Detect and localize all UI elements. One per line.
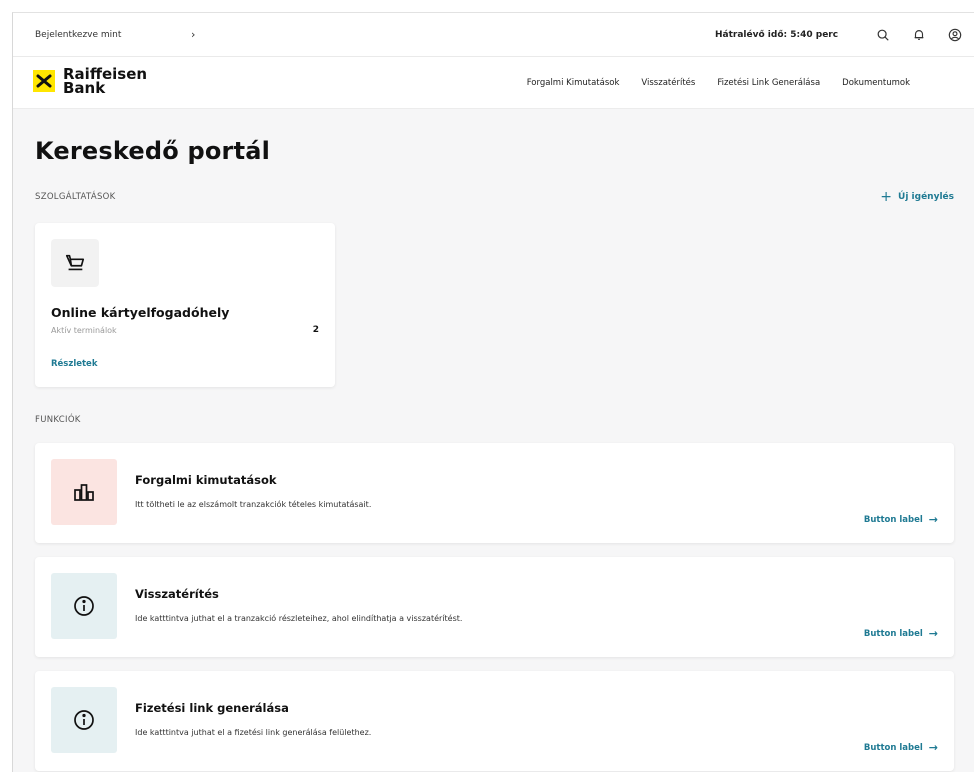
function-title: Fizetési link generálása: [135, 701, 289, 715]
function-button-label: Button label: [863, 742, 923, 753]
arrow-right-icon: →: [928, 741, 938, 754]
brand-name-line2: Bank: [63, 79, 106, 97]
page-title: Kereskedő portál: [35, 137, 271, 165]
account-chevron-icon[interactable]: ›: [191, 28, 195, 41]
service-card-online: Online kártyelfogadóhely Aktív terminálo…: [35, 223, 335, 387]
function-card-forgalmi: Forgalmi kimutatások Itt töltheti le az …: [35, 443, 954, 543]
service-title: Online kártyelfogadóhely: [51, 305, 230, 320]
main-navbar: Raiffeisen Bank Forgalmi Kimutatások Vis…: [13, 57, 974, 109]
brand-name: Raiffeisen Bank: [63, 67, 147, 97]
main-content: Kereskedő portál SZOLGÁLTATÁSOK + Új igé…: [13, 137, 974, 771]
info-icon: [51, 687, 117, 753]
info-icon: [51, 573, 117, 639]
function-button-label: Button label: [863, 628, 923, 639]
nav-item-forgalmi-kimutatasok[interactable]: Forgalmi Kimutatások: [527, 78, 620, 88]
services-header: SZOLGÁLTATÁSOK + Új igénylés: [35, 189, 954, 205]
nav-item-fizetesi-link[interactable]: Fizetési Link Generálása: [717, 78, 820, 88]
nav-links: Forgalmi Kimutatások Visszatérítés Fizet…: [527, 78, 910, 88]
arrow-right-icon: →: [928, 513, 938, 526]
functions-section-label: FUNKCIÓK: [35, 415, 81, 425]
top-utility-bar: Bejelentkezve mint › Hátralévő idő: 5:40…: [13, 13, 974, 57]
service-subtitle: Aktív terminálok: [51, 326, 117, 335]
function-button[interactable]: Button label →: [864, 513, 938, 526]
new-request-button[interactable]: + Új igénylés: [880, 189, 954, 205]
nav-item-visszaterites[interactable]: Visszatérítés: [641, 78, 695, 88]
functions-list: Forgalmi kimutatások Itt töltheti le az …: [35, 443, 954, 771]
services-section-label: SZOLGÁLTATÁSOK: [35, 192, 116, 202]
service-details-link[interactable]: Részletek: [51, 359, 97, 369]
cart-icon: [51, 239, 99, 287]
plus-icon: +: [880, 189, 893, 205]
app-frame: Bejelentkezve mint › Hátralévő idő: 5:40…: [12, 12, 974, 772]
active-terminals-count: 2: [312, 325, 319, 335]
user-icon[interactable]: [945, 25, 965, 45]
function-card-visszaterites: Visszatérítés Ide katttintva juthat el a…: [35, 557, 954, 657]
function-title: Forgalmi kimutatások: [135, 473, 277, 487]
bell-icon[interactable]: [909, 25, 929, 45]
session-timer: Hátralévő idő: 5:40 perc: [715, 30, 839, 40]
function-description: Itt töltheti le az elszámolt tranzakciók…: [135, 500, 372, 509]
arrow-right-icon: →: [928, 627, 938, 640]
raiffeisen-logo-icon: [33, 70, 55, 92]
brand-logo[interactable]: Raiffeisen Bank: [33, 67, 147, 97]
function-description: Ide katttintva juthat el a tranzakció ré…: [135, 614, 463, 623]
new-request-label: Új igénylés: [898, 192, 954, 202]
search-icon[interactable]: [873, 25, 893, 45]
nav-item-dokumentumok[interactable]: Dokumentumok: [842, 78, 910, 88]
function-title: Visszatérítés: [135, 587, 219, 601]
function-button-label: Button label: [863, 514, 923, 525]
chart-icon: [51, 459, 117, 525]
function-card-fizetesi-link: Fizetési link generálása Ide katttintva …: [35, 671, 954, 771]
function-button[interactable]: Button label →: [864, 741, 938, 754]
function-description: Ide katttintva juthat el a fizetési link…: [135, 728, 372, 737]
function-button[interactable]: Button label →: [864, 627, 938, 640]
logged-in-label: Bejelentkezve mint: [35, 30, 122, 40]
